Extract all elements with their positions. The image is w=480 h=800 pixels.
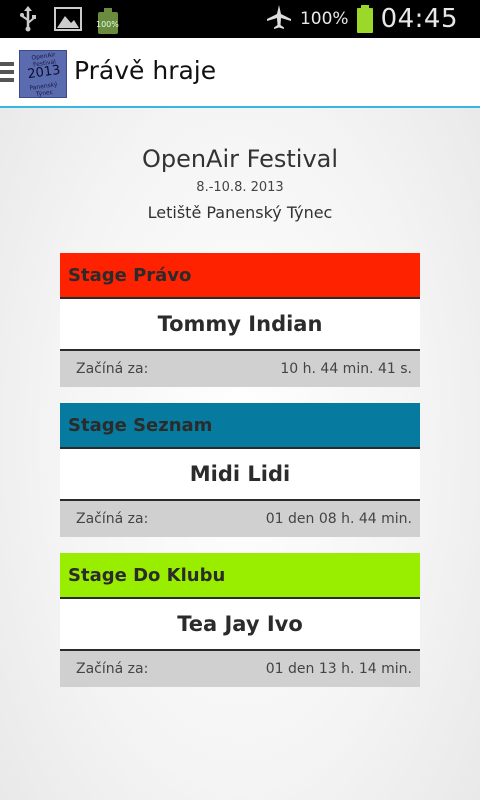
notification-icons: 100%	[18, 6, 119, 36]
festival-name: OpenAir Festival	[141, 145, 339, 173]
countdown-label: Začíná za:	[76, 661, 149, 677]
menu-icon[interactable]	[0, 62, 14, 84]
current-act: Midi Lidi	[60, 449, 420, 501]
countdown-label: Začíná za:	[76, 511, 149, 527]
festival-dates: 8.-10.8. 2013	[196, 180, 284, 195]
stage-countdown: Začíná za: 01 den 13 h. 14 min.	[60, 651, 420, 687]
logo-bottom-text: Panenský Týnec	[29, 81, 58, 99]
page-title: Právě hraje	[74, 56, 217, 85]
usb-icon	[18, 6, 38, 36]
battery-small-icon: 100%	[96, 8, 119, 34]
countdown-value: 10 h. 44 min. 41 s.	[280, 361, 412, 377]
stage-header: Stage Seznam	[60, 403, 420, 449]
status-bar: 100% 100% 04:45	[0, 0, 480, 38]
current-act: Tea Jay Ivo	[60, 599, 420, 651]
airplane-mode-icon	[266, 4, 292, 34]
stage-card[interactable]: Stage Právo Tommy Indian Začíná za: 10 h…	[60, 253, 420, 387]
image-icon	[54, 7, 82, 35]
app-logo[interactable]: OpenAir Festival 2013 Panenský Týnec	[19, 50, 67, 98]
battery-small-label: 100%	[96, 20, 119, 29]
countdown-value: 01 den 08 h. 44 min.	[265, 511, 412, 527]
stage-countdown: Začíná za: 01 den 08 h. 44 min.	[60, 501, 420, 537]
system-icons: 100% 04:45	[266, 0, 458, 38]
stage-header: Stage Do Klubu	[60, 553, 420, 599]
festival-place: Letiště Panenský Týnec	[147, 203, 333, 222]
stage-card[interactable]: Stage Do Klubu Tea Jay Ivo Začíná za: 01…	[60, 553, 420, 687]
stage-card[interactable]: Stage Seznam Midi Lidi Začíná za: 01 den…	[60, 403, 420, 537]
battery-icon	[356, 5, 373, 33]
countdown-value: 01 den 13 h. 14 min.	[265, 661, 412, 677]
countdown-label: Začíná za:	[76, 361, 149, 377]
action-bar: OpenAir Festival 2013 Panenský Týnec Prá…	[0, 38, 480, 108]
stage-name: Stage Seznam	[68, 414, 213, 436]
current-act: Tommy Indian	[60, 299, 420, 351]
stage-header: Stage Právo	[60, 253, 420, 299]
stage-countdown: Začíná za: 10 h. 44 min. 41 s.	[60, 351, 420, 387]
clock: 04:45	[380, 4, 458, 34]
stage-name: Stage Právo	[68, 264, 192, 286]
stage-name: Stage Do Klubu	[68, 564, 226, 586]
battery-percent: 100%	[299, 9, 349, 29]
